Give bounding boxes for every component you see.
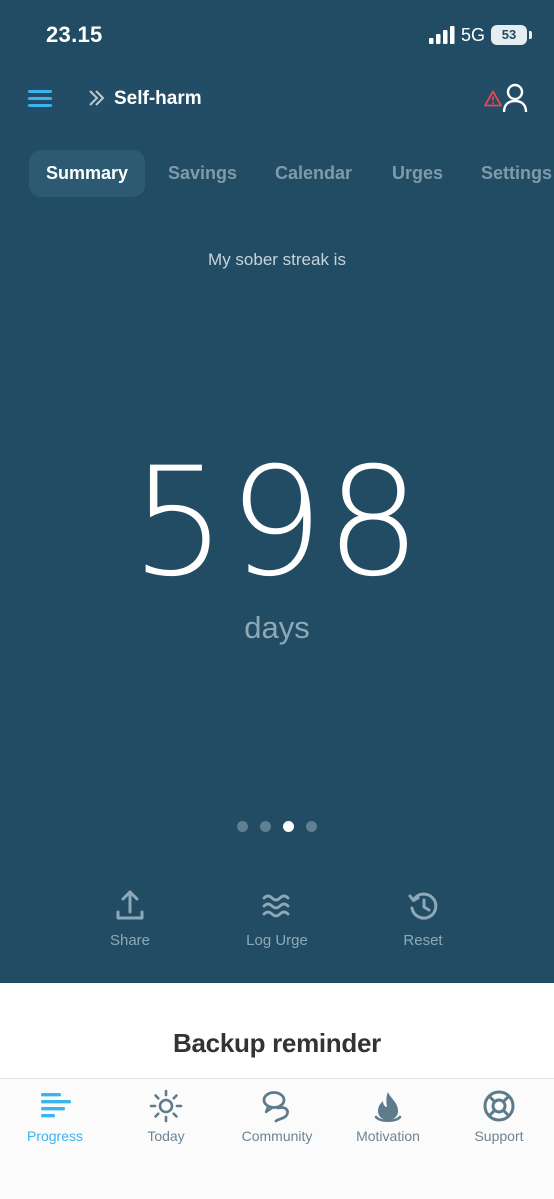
lifebuoy-icon [483, 1090, 515, 1122]
history-icon [408, 892, 438, 920]
page-dot-active[interactable] [283, 821, 294, 832]
share-icon [116, 890, 144, 920]
battery-icon: 53 [491, 25, 527, 45]
streak-unit: days [244, 610, 310, 645]
backup-reminder-title: Backup reminder [173, 1028, 381, 1058]
tab-summary[interactable]: Summary [29, 150, 146, 197]
page-dot[interactable] [260, 821, 271, 832]
nav-motivation[interactable]: Motivation [333, 1089, 443, 1144]
bottom-nav: Progress Today Community Motivation Supp… [0, 1078, 554, 1199]
menu-icon[interactable] [28, 90, 52, 108]
network-label: 5G [461, 25, 486, 45]
warning-icon[interactable] [484, 90, 502, 107]
nav-community[interactable]: Community [222, 1089, 332, 1144]
nav-progress[interactable]: Progress [0, 1089, 110, 1144]
log-urge-button[interactable]: Log Urge [217, 888, 337, 949]
nav-progress-label: Progress [26, 1128, 84, 1144]
tab-urges[interactable]: Urges [392, 150, 443, 197]
reset-button[interactable]: Reset [363, 888, 483, 949]
page-dot[interactable] [237, 821, 248, 832]
streak-label: My sober streak is [208, 250, 346, 269]
tab-savings[interactable]: Savings [168, 150, 237, 197]
header-bar: Self-harm [0, 70, 554, 130]
tab-calendar[interactable]: Calendar [275, 150, 352, 197]
tab-bar: Summary Savings Calendar Urges Settings [0, 150, 554, 198]
share-button[interactable]: Share [70, 888, 190, 949]
progress-icon [41, 1093, 71, 1118]
addiction-title[interactable]: Self-harm [114, 88, 202, 110]
battery-tip [529, 31, 532, 39]
reset-label: Reset [403, 932, 443, 949]
nav-today[interactable]: Today [111, 1089, 221, 1144]
sun-icon [149, 1089, 183, 1123]
nav-support[interactable]: Support [444, 1089, 554, 1144]
user-icon[interactable] [502, 83, 528, 113]
community-icon [262, 1091, 289, 1123]
double-chevron-icon [89, 90, 105, 106]
nav-motivation-label: Motivation [356, 1128, 420, 1144]
signal-icon [429, 26, 455, 44]
status-time: 23.15 [46, 22, 103, 47]
tab-settings[interactable]: Settings [481, 150, 552, 197]
flame-icon [374, 1092, 402, 1123]
status-bar: 23.15 5G 53 [0, 0, 554, 70]
nav-today-label: Today [147, 1128, 185, 1144]
log-urge-label: Log Urge [246, 932, 308, 949]
progress-screen: 23.15 5G 53 Self-harm Summary Savings Ca… [0, 0, 554, 983]
waves-icon [262, 894, 290, 918]
share-label: Share [109, 932, 151, 949]
page-indicator [237, 821, 317, 833]
nav-support-label: Support [474, 1128, 524, 1144]
streak-value: 598 [130, 436, 424, 610]
battery-level: 53 [501, 27, 517, 42]
nav-community-label: Community [241, 1128, 313, 1144]
page-dot[interactable] [306, 821, 317, 832]
